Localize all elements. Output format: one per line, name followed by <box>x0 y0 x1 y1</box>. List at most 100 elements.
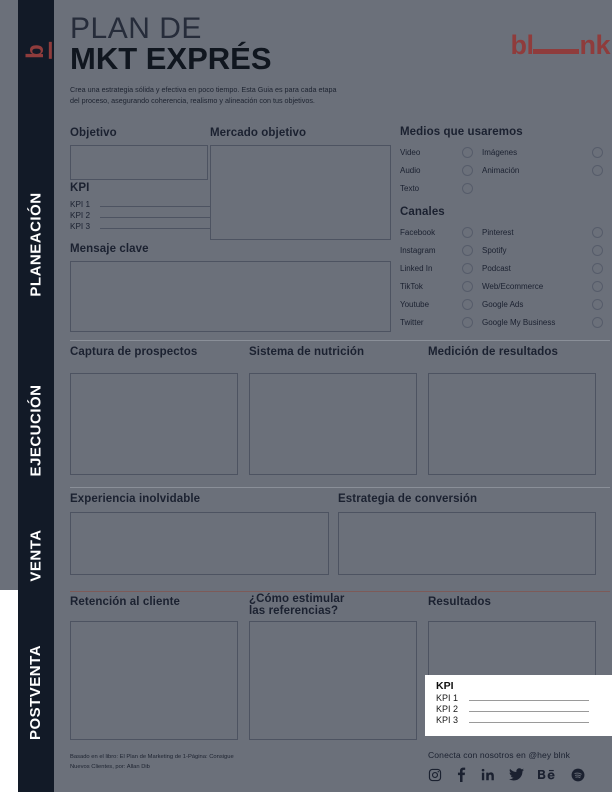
medios-heading-text: Medios que usaremos <box>400 126 523 138</box>
stage-label-venta-text: VENTA <box>27 528 45 582</box>
instagram-icon[interactable] <box>428 768 442 782</box>
nutricion-heading: Sistema de nutrición <box>249 346 364 359</box>
kpi-row-input[interactable] <box>100 211 211 218</box>
kpi-row[interactable]: KPI 1 <box>70 200 211 209</box>
canales-option-spotify[interactable]: Spotify <box>482 241 612 259</box>
behance-icon[interactable] <box>538 768 557 781</box>
canales-option-google-my-business[interactable]: Google My Business <box>482 313 612 331</box>
footer-credit-line2: Nuevos Clientes, por: Allan Dib <box>70 764 150 771</box>
canales-option-podcast[interactable]: Podcast <box>482 259 612 277</box>
kpi-row-input[interactable] <box>100 200 211 207</box>
medios-option-label: Video <box>400 147 421 157</box>
canales-option-label: Google Ads <box>482 299 524 309</box>
medios-column-right: Imágenes Animación <box>482 143 612 179</box>
retencion-input[interactable] <box>70 621 238 740</box>
section-divider-ejecucion <box>70 340 610 341</box>
mensaje-clave-heading-text: Mensaje clave <box>70 243 149 255</box>
mercado-objetivo-heading: Mercado objetivo <box>210 127 306 140</box>
section-divider-venta <box>70 487 610 488</box>
kpi-row-input[interactable] <box>469 716 589 724</box>
kpi-row[interactable]: KPI 3 <box>70 222 211 231</box>
nutricion-heading-text: Sistema de nutrición <box>249 346 365 358</box>
kpi-row[interactable]: KPI 2 <box>436 704 601 714</box>
kpi-row-label: KPI 1 <box>436 693 459 704</box>
kpi-row[interactable]: KPI 3 <box>436 715 601 725</box>
stage-label-planeacion: PLANEACIÓN <box>18 148 54 340</box>
kpi-row-input[interactable] <box>469 705 589 713</box>
radio-circle-icon[interactable] <box>462 298 473 310</box>
mensaje-clave-input[interactable] <box>70 261 391 332</box>
rail-logo: b <box>18 30 54 74</box>
kpi-row[interactable]: KPI 2 <box>70 211 211 220</box>
radio-circle-icon[interactable] <box>462 226 473 238</box>
radio-circle-icon[interactable] <box>592 262 603 274</box>
canales-option-label: Pinterest <box>482 227 514 237</box>
resultados-heading-text: Resultados <box>428 596 491 608</box>
stage-label-ejecucion: EJECUCIÓN <box>18 340 54 520</box>
kpi-row-input[interactable] <box>469 694 589 702</box>
canales-heading-text: Canales <box>400 206 445 218</box>
radio-circle-icon[interactable] <box>462 280 473 292</box>
brand-logo-suffix: nk <box>579 30 610 60</box>
radio-circle-icon[interactable] <box>592 280 603 292</box>
referencias-heading-line2: las referencias? <box>249 605 339 617</box>
kpi-row-label: KPI 3 <box>436 715 459 726</box>
referencias-input[interactable] <box>249 621 417 740</box>
kpi-row-input[interactable] <box>100 222 211 229</box>
canales-column-right: Pinterest Spotify Podcast Web/Ecommerce … <box>482 223 612 331</box>
postventa-kpi-overlay: KPI KPI 1 KPI 2 KPI 3 <box>425 675 612 736</box>
conversion-heading-text: Estrategia de conversión <box>338 493 478 505</box>
radio-circle-icon[interactable] <box>592 226 603 238</box>
radio-circle-icon[interactable] <box>462 262 473 274</box>
canales-option-label: Instagram <box>400 245 436 255</box>
referencias-heading-line1: ¿Cómo estimular <box>249 593 345 605</box>
facebook-icon[interactable] <box>456 767 467 782</box>
kpi-row[interactable]: KPI 1 <box>436 693 601 703</box>
canales-option-label: Facebook <box>400 227 436 237</box>
objetivo-heading: Objetivo <box>70 127 117 140</box>
radio-circle-icon[interactable] <box>462 146 473 158</box>
brand-logo-blank-line <box>533 49 580 54</box>
conversion-input[interactable] <box>338 512 596 575</box>
radio-circle-icon[interactable] <box>592 164 603 176</box>
captura-input[interactable] <box>70 373 238 475</box>
medios-option-imagenes[interactable]: Imágenes <box>482 143 612 161</box>
resultados-input[interactable] <box>428 621 596 683</box>
medicion-input[interactable] <box>428 373 596 475</box>
experiencia-input[interactable] <box>70 512 329 575</box>
radio-circle-icon[interactable] <box>462 182 473 194</box>
radio-circle-icon[interactable] <box>592 298 603 310</box>
radio-circle-icon[interactable] <box>462 164 473 176</box>
medios-option-texto[interactable]: Texto <box>400 179 510 197</box>
linkedin-icon[interactable] <box>481 768 495 782</box>
canales-heading: Canales <box>400 206 445 219</box>
canales-option-google-ads[interactable]: Google Ads <box>482 295 612 313</box>
left-outer-rail-white-segment <box>0 590 18 792</box>
radio-circle-icon[interactable] <box>462 244 473 256</box>
page-subtitle: Crea una estrategia sólida y efectiva en… <box>70 84 337 105</box>
spotify-icon[interactable] <box>571 768 585 782</box>
canales-option-label: Web/Ecommerce <box>482 281 544 291</box>
radio-circle-icon[interactable] <box>592 244 603 256</box>
canales-option-pinterest[interactable]: Pinterest <box>482 223 612 241</box>
stage-label-postventa: POSTVENTA <box>18 600 54 785</box>
objetivo-input[interactable] <box>70 145 208 180</box>
medios-option-label: Audio <box>400 165 421 175</box>
stage-label-planeacion-text: PLANEACIÓN <box>27 191 45 297</box>
kpi-row-label: KPI 2 <box>436 704 459 715</box>
kpi-heading: KPI <box>70 182 89 195</box>
radio-circle-icon[interactable] <box>592 316 603 328</box>
radio-circle-icon[interactable] <box>462 316 473 328</box>
radio-circle-icon[interactable] <box>592 146 603 158</box>
mercado-objetivo-input[interactable] <box>210 145 391 240</box>
content-area: PLAN DE MKT EXPRÉS Crea una estrategia s… <box>62 0 612 792</box>
twitter-icon[interactable] <box>509 768 524 781</box>
nutricion-input[interactable] <box>249 373 417 475</box>
rail-logo-letter: b <box>21 45 49 59</box>
medios-option-animacion[interactable]: Animación <box>482 161 612 179</box>
kpi-heading-text: KPI <box>70 182 90 194</box>
brand-logo: bl nk <box>510 30 610 61</box>
canales-option-web-ecommerce[interactable]: Web/Ecommerce <box>482 277 612 295</box>
stage-label-postventa-text: POSTVENTA <box>27 644 45 741</box>
rail-gutter <box>54 0 62 792</box>
